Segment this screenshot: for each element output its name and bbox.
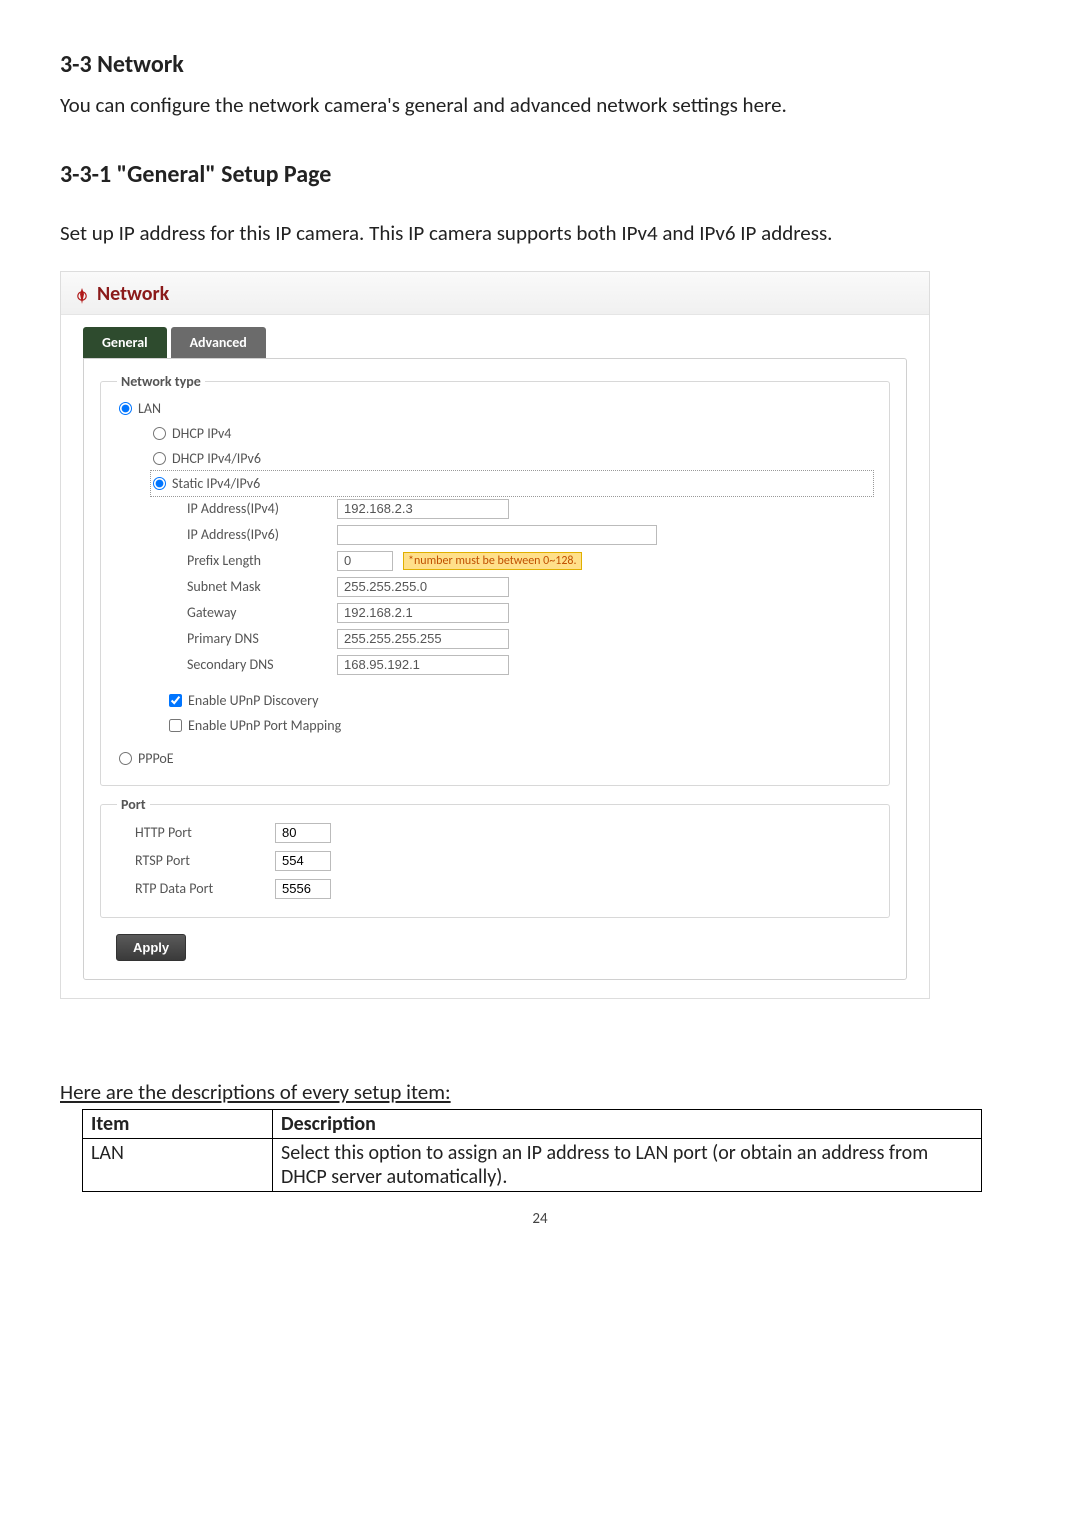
radio-dhcp-ipv4-input[interactable] [153,427,166,440]
rtp-port-label: RTP Data Port [135,880,255,897]
port-group: Port HTTP Port RTSP Port RTP Data Port [100,796,890,918]
descriptions-lead: Here are the descriptions of every setup… [60,1079,1020,1105]
checkbox-upnp-portmap-input[interactable] [169,719,182,732]
th-desc: Description [273,1109,982,1138]
dns1-label: Primary DNS [187,630,327,647]
http-port-input[interactable] [275,823,331,843]
th-item: Item [83,1109,273,1138]
http-port-label: HTTP Port [135,824,255,841]
checkbox-upnp-portmap-label: Enable UPnP Port Mapping [188,717,341,734]
field-gateway: Gateway [187,600,873,626]
rtsp-port-label: RTSP Port [135,852,255,869]
section-intro: You can configure the network camera's g… [60,91,1020,120]
tab-general[interactable]: General [83,327,167,358]
ipv4-input[interactable] [337,499,509,519]
rtsp-port-input[interactable] [275,851,331,871]
panel-body: Network type LAN DHCP IPv4 DHCP IPv4/IPv… [83,358,907,980]
radio-lan[interactable]: LAN [117,396,873,421]
ipv4-label: IP Address(IPv4) [187,500,327,517]
network-config-panel: Network General Advanced Network type LA… [60,271,930,999]
td-item: LAN [83,1138,273,1191]
tab-advanced[interactable]: Advanced [171,327,266,358]
table-header-row: Item Description [83,1109,982,1138]
radio-static[interactable]: Static IPv4/IPv6 [151,471,873,496]
network-logo-icon [73,287,91,305]
gateway-input[interactable] [337,603,509,623]
subnet-label: Subnet Mask [187,578,327,595]
checkbox-upnp-discovery-input[interactable] [169,694,182,707]
field-ipv6: IP Address(IPv6) [187,522,873,548]
prefix-label: Prefix Length [187,552,327,569]
radio-lan-input[interactable] [119,402,132,415]
page-number: 24 [60,1210,1020,1228]
port-legend: Port [117,796,150,813]
tabs: General Advanced [61,315,929,358]
dns2-input[interactable] [337,655,509,675]
radio-lan-label: LAN [138,400,161,417]
rtp-port-input[interactable] [275,879,331,899]
table-row: LAN Select this option to assign an IP a… [83,1138,982,1191]
gateway-label: Gateway [187,604,327,621]
radio-dhcp-ipv4-label: DHCP IPv4 [172,425,231,442]
apply-button[interactable]: Apply [116,934,186,961]
field-prefix: Prefix Length *number must be between 0~… [187,548,873,574]
radio-static-label: Static IPv4/IPv6 [172,475,260,492]
field-dns1: Primary DNS [187,626,873,652]
section-lead: Set up IP address for this IP camera. Th… [60,219,1020,248]
field-rtsp-port: RTSP Port [117,847,873,875]
radio-dhcp-ipv4ipv6-label: DHCP IPv4/IPv6 [172,450,261,467]
checkbox-upnp-portmap[interactable]: Enable UPnP Port Mapping [169,713,873,738]
ipv6-label: IP Address(IPv6) [187,526,327,543]
radio-pppoe[interactable]: PPPoE [117,746,873,771]
field-http-port: HTTP Port [117,819,873,847]
section-heading-3-3-1: 3-3-1 "General" Setup Page [60,160,1020,189]
checkbox-upnp-discovery-label: Enable UPnP Discovery [188,692,318,709]
subnet-input[interactable] [337,577,509,597]
radio-static-input[interactable] [153,477,166,490]
dns1-input[interactable] [337,629,509,649]
radio-dhcp-ipv4[interactable]: DHCP IPv4 [151,421,873,446]
network-type-legend: Network type [117,373,205,390]
field-rtp-port: RTP Data Port [117,875,873,903]
field-subnet: Subnet Mask [187,574,873,600]
radio-pppoe-input[interactable] [119,752,132,765]
checkbox-upnp-discovery[interactable]: Enable UPnP Discovery [169,688,873,713]
descriptions-table: Item Description LAN Select this option … [82,1109,982,1192]
panel-title: Network [97,278,169,314]
network-type-group: Network type LAN DHCP IPv4 DHCP IPv4/IPv… [100,373,890,786]
panel-header: Network [61,272,929,315]
radio-pppoe-label: PPPoE [138,750,174,767]
ipv6-input[interactable] [337,525,657,545]
prefix-input[interactable] [337,551,393,571]
radio-dhcp-ipv4ipv6-input[interactable] [153,452,166,465]
td-desc: Select this option to assign an IP addre… [273,1138,982,1191]
section-heading-3-3: 3-3 Network [60,50,1020,79]
field-ipv4: IP Address(IPv4) [187,496,873,522]
prefix-hint: *number must be between 0~128. [403,552,582,570]
field-dns2: Secondary DNS [187,652,873,678]
dns2-label: Secondary DNS [187,656,327,673]
radio-dhcp-ipv4ipv6[interactable]: DHCP IPv4/IPv6 [151,446,873,471]
